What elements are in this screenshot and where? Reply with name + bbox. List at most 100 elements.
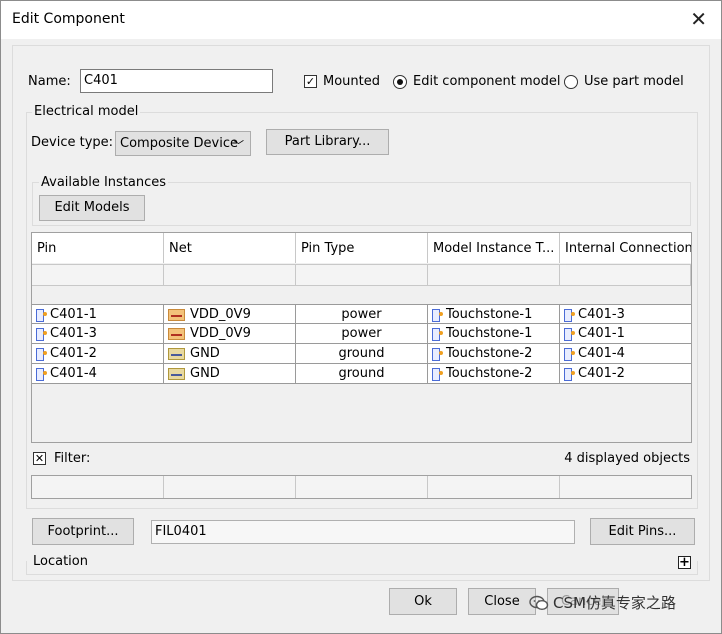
pin-table: Pin Net Pin Type Model Instance T... Int… — [31, 232, 692, 443]
electrical-model-legend: Electrical model — [32, 104, 141, 119]
footprint-input[interactable]: FIL0401 — [151, 520, 575, 544]
footprint-button[interactable]: Footprint... — [32, 518, 134, 545]
filter-input-pin[interactable] — [32, 476, 164, 498]
model-cell: Touchstone-2 — [428, 344, 560, 363]
internal-name: C401-4 — [578, 346, 625, 361]
filter-checkbox[interactable]: ✕ — [33, 452, 46, 465]
net-cell: GND — [164, 344, 296, 363]
col-header-pin[interactable]: Pin — [32, 233, 164, 263]
model-chip-icon — [432, 327, 443, 341]
displayed-count: 4 displayed objects — [564, 451, 690, 466]
internal-name: C401-1 — [578, 326, 625, 341]
mounted-checkbox[interactable]: ✓ — [304, 75, 317, 88]
watermark-text: CSM仿真专家之路 — [553, 594, 676, 612]
pin-cell: C401-4 — [32, 364, 164, 383]
name-input[interactable]: C401 — [80, 69, 273, 93]
net-cell: VDD_0V9 — [164, 305, 296, 324]
filter-label: Filter: — [54, 451, 91, 466]
chevron-down-icon: ﹀ — [233, 139, 244, 152]
model-name: Touchstone-1 — [446, 307, 533, 322]
pin-chip-icon — [36, 367, 47, 381]
pin-type-cell: ground — [296, 344, 428, 363]
model-chip-icon — [432, 367, 443, 381]
filter-input-model[interactable] — [428, 476, 560, 498]
table-row[interactable]: C401-3 VDD_0V9 power Touchstone-1 C401-1 — [32, 324, 691, 344]
net-cell: VDD_0V9 — [164, 324, 296, 343]
column-filter-internal[interactable] — [560, 264, 691, 286]
location-label: Location — [33, 554, 88, 569]
net-cell: GND — [164, 364, 296, 383]
col-header-internal-connection[interactable]: Internal Connection — [560, 233, 691, 263]
pin-cell: C401-3 — [32, 324, 164, 343]
use-part-model-radio[interactable] — [564, 75, 578, 89]
pin-cell: C401-2 — [32, 344, 164, 363]
pin-type-cell: power — [296, 305, 428, 324]
edit-pins-button[interactable]: Edit Pins... — [590, 518, 695, 545]
edit-component-model-radio[interactable] — [393, 75, 407, 89]
filter-input-internal[interactable] — [560, 476, 691, 498]
internal-chip-icon — [564, 367, 575, 381]
model-name: Touchstone-2 — [446, 366, 533, 381]
pin-type-cell: power — [296, 324, 428, 343]
net-name: VDD_0V9 — [190, 307, 251, 322]
filter-input-net[interactable] — [164, 476, 296, 498]
edit-models-button[interactable]: Edit Models — [39, 195, 145, 221]
watermark: CSM仿真专家之路 — [529, 592, 676, 613]
pin-chip-icon — [36, 308, 47, 322]
column-filter-model[interactable] — [428, 264, 560, 286]
filter-row — [31, 475, 692, 499]
table-row[interactable]: C401-2 GND ground Touchstone-2 C401-4 — [32, 344, 691, 364]
col-header-model-instance[interactable]: Model Instance T... — [428, 233, 560, 263]
pin-chip-icon — [36, 327, 47, 341]
model-cell: Touchstone-1 — [428, 305, 560, 324]
internal-cell: C401-1 — [560, 324, 691, 343]
close-button[interactable]: Close — [468, 588, 536, 615]
table-row[interactable]: C401-4 GND ground Touchstone-2 C401-2 — [32, 364, 691, 384]
edit-component-dialog: Edit Component ✕ Name: C401 ✓ Mounted Ed… — [0, 0, 722, 634]
column-filter-pin-type[interactable] — [296, 264, 428, 286]
col-header-pin-type[interactable]: Pin Type — [296, 233, 428, 263]
model-chip-icon — [432, 308, 443, 322]
internal-cell: C401-3 — [560, 305, 691, 324]
model-chip-icon — [432, 347, 443, 361]
internal-chip-icon — [564, 327, 575, 341]
filter-input-pin-type[interactable] — [296, 476, 428, 498]
power-net-icon — [168, 327, 185, 340]
column-filter-pin[interactable] — [32, 264, 164, 286]
net-name: GND — [190, 366, 220, 381]
model-name: Touchstone-1 — [446, 326, 533, 341]
net-name: GND — [190, 346, 220, 361]
wechat-icon — [529, 595, 549, 611]
pin-chip-icon — [36, 347, 47, 361]
available-instances-legend: Available Instances — [39, 175, 169, 190]
mounted-label: Mounted — [323, 74, 380, 89]
internal-chip-icon — [564, 308, 575, 322]
pin-name: C401-4 — [50, 366, 97, 381]
model-cell: Touchstone-2 — [428, 364, 560, 383]
ok-button[interactable]: Ok — [389, 588, 457, 615]
name-label: Name: — [28, 74, 71, 89]
pin-name: C401-3 — [50, 326, 97, 341]
pin-cell: C401-1 — [32, 305, 164, 324]
use-part-model-label: Use part model — [584, 74, 684, 89]
edit-component-model-label: Edit component model — [413, 74, 561, 89]
window-title: Edit Component — [12, 11, 125, 27]
column-filter-net[interactable] — [164, 264, 296, 286]
internal-name: C401-3 — [578, 307, 625, 322]
internal-chip-icon — [564, 347, 575, 361]
model-name: Touchstone-2 — [446, 346, 533, 361]
ground-net-icon — [168, 347, 185, 360]
expand-plus-icon[interactable]: + — [678, 556, 691, 569]
location-group — [26, 561, 698, 575]
part-library-button[interactable]: Part Library... — [266, 129, 389, 155]
col-header-net[interactable]: Net — [164, 233, 296, 263]
close-icon[interactable]: ✕ — [690, 7, 707, 31]
device-type-select[interactable]: Composite Device ﹀ — [115, 131, 251, 156]
device-type-value: Composite Device — [120, 136, 238, 151]
net-name: VDD_0V9 — [190, 326, 251, 341]
table-row[interactable]: C401-1 VDD_0V9 power Touchstone-1 C401-3 — [32, 304, 691, 324]
internal-name: C401-2 — [578, 366, 625, 381]
title-bar: Edit Component ✕ — [1, 1, 721, 39]
power-net-icon — [168, 308, 185, 321]
pin-name: C401-2 — [50, 346, 97, 361]
